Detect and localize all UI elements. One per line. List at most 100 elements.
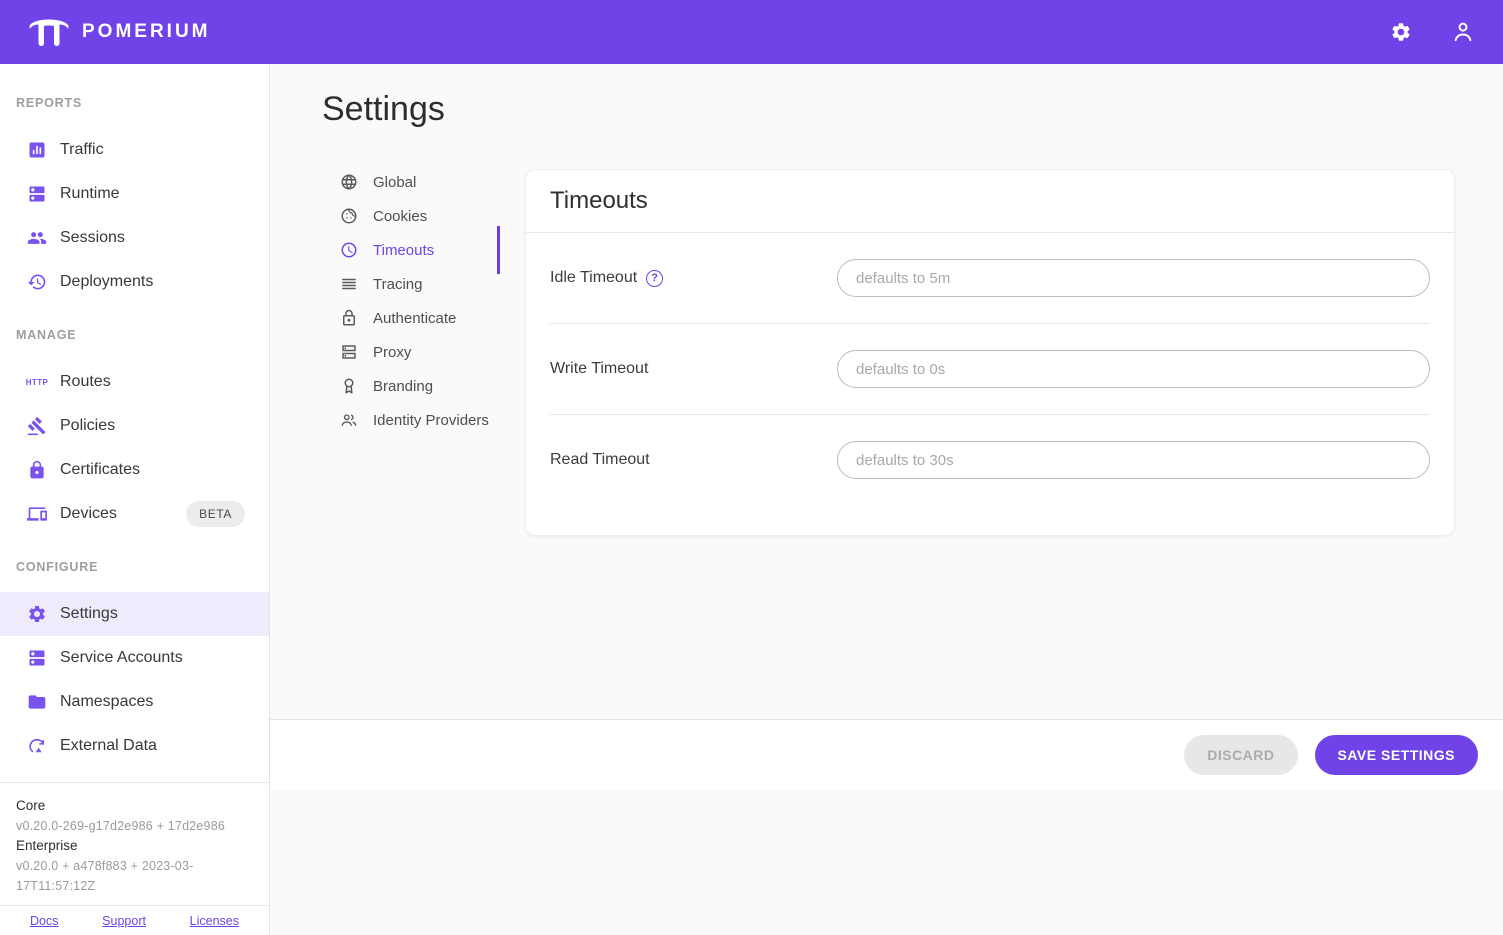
sidebar-item-namespaces[interactable]: Namespaces [0,680,269,724]
settings-nav-label: Cookies [373,208,427,225]
settings-nav-cookies[interactable]: Cookies [339,199,500,233]
sidebar-item-label: Service Accounts [60,649,183,667]
sidebar-item-label: Routes [60,373,111,391]
settings-nav-branding[interactable]: Branding [339,369,500,403]
enterprise-version-label: Enterprise [16,836,253,856]
sidebar-item-label: Devices [60,505,117,523]
sidebar-item-label: External Data [60,737,157,755]
gear-icon [26,603,48,625]
sidebar-item-policies[interactable]: Policies [0,404,269,448]
section-label-configure: CONFIGURE [16,560,253,580]
gear-icon [1390,21,1412,43]
clock-icon [339,240,359,260]
settings-sub-nav: Global Cookies [339,165,500,437]
idle-timeout-row: Idle Timeout ? [526,233,1454,323]
save-settings-button[interactable]: SAVE SETTINGS [1315,735,1478,775]
page-title: Settings [322,90,1503,129]
sidebar-item-settings[interactable]: Settings [0,592,269,636]
settings-nav-tracing[interactable]: Tracing [339,267,500,301]
brand-name: POMERIUM [82,21,211,43]
gavel-icon [26,415,48,437]
sidebar-item-external-data[interactable]: External Data [0,724,269,768]
core-version-value: v0.20.0-269-g17d2e986 + 17d2e986 [16,816,253,836]
devices-icon [26,503,48,525]
settings-nav-label: Tracing [373,276,422,293]
lock-outline-icon [339,308,359,328]
docs-link[interactable]: Docs [30,914,58,928]
discard-button[interactable]: DISCARD [1184,735,1297,775]
sidebar-item-sessions[interactable]: Sessions [0,216,269,260]
sidebar-item-runtime[interactable]: Runtime [0,172,269,216]
settings-nav-label: Timeouts [373,242,434,259]
settings-nav-label: Identity Providers [373,412,489,429]
cookie-icon [339,206,359,226]
enterprise-version-value: v0.20.0 + a478f883 + 2023-03-17T11:57:12… [16,856,253,896]
action-bar: DISCARD SAVE SETTINGS [270,719,1503,790]
section-label-manage: MANAGE [16,328,253,348]
settings-nav-identity-providers[interactable]: Identity Providers [339,403,500,437]
sidebar-item-label: Settings [60,605,118,623]
sidebar-item-label: Runtime [60,185,120,203]
support-link[interactable]: Support [102,914,146,928]
sidebar-item-label: Policies [60,417,115,435]
sidebar-item-label: Traffic [60,141,104,159]
stack-icon [339,342,359,362]
settings-nav-authenticate[interactable]: Authenticate [339,301,500,335]
server-icon [26,183,48,205]
write-timeout-label: Write Timeout [550,360,648,378]
ribbon-icon [339,376,359,396]
settings-nav-timeouts[interactable]: Timeouts [339,233,500,267]
server-icon [26,647,48,669]
sidebar-item-label: Certificates [60,461,140,479]
header-settings-button[interactable] [1387,18,1415,46]
sidebar-item-label: Namespaces [60,693,153,711]
http-icon: HTTP [26,371,48,393]
version-info: Core v0.20.0-269-g17d2e986 + 17d2e986 En… [0,782,269,905]
folder-icon [26,691,48,713]
sidebar: REPORTS Traffic Runtime Sessions [0,64,270,935]
history-icon [26,271,48,293]
lines-icon [339,274,359,294]
help-icon[interactable]: ? [646,270,663,287]
sidebar-links: Docs Support Licenses [0,905,269,935]
timeouts-card: Timeouts Idle Timeout ? Write Timeout [525,169,1455,536]
settings-nav-label: Proxy [373,344,411,361]
settings-nav-label: Branding [373,378,433,395]
read-timeout-row: Read Timeout [550,414,1430,535]
sidebar-item-deployments[interactable]: Deployments [0,260,269,304]
idle-timeout-input[interactable] [837,259,1430,297]
bar-chart-icon [26,139,48,161]
settings-nav-label: Authenticate [373,310,456,327]
section-label-reports: REPORTS [16,96,253,116]
user-icon [1450,19,1476,45]
sidebar-item-service-accounts[interactable]: Service Accounts [0,636,269,680]
read-timeout-label: Read Timeout [550,451,650,469]
beta-badge: BETA [186,501,245,527]
licenses-link[interactable]: Licenses [190,914,239,928]
sidebar-item-routes[interactable]: HTTP Routes [0,360,269,404]
people-outline-icon [339,410,359,430]
pomerium-logo-icon [28,15,70,49]
card-title: Timeouts [550,187,1430,215]
idle-timeout-label: Idle Timeout ? [550,269,663,287]
settings-nav-proxy[interactable]: Proxy [339,335,500,369]
sidebar-item-traffic[interactable]: Traffic [0,128,269,172]
settings-nav-global[interactable]: Global [339,165,500,199]
people-icon [26,227,48,249]
globe-icon [339,172,359,192]
data-sync-icon [26,735,48,757]
settings-nav-label: Global [373,174,416,191]
write-timeout-input[interactable] [837,350,1430,388]
sidebar-item-label: Sessions [60,229,125,247]
sidebar-item-certificates[interactable]: Certificates [0,448,269,492]
pomerium-logo[interactable]: POMERIUM [28,15,211,49]
sidebar-item-label: Deployments [60,273,153,291]
core-version-label: Core [16,796,253,816]
read-timeout-input[interactable] [837,441,1430,479]
top-app-bar: POMERIUM [0,0,1503,64]
header-user-button[interactable] [1449,18,1477,46]
lock-icon [26,459,48,481]
write-timeout-row: Write Timeout [550,323,1430,414]
sidebar-item-devices[interactable]: Devices BETA [0,492,269,536]
main-content: Settings Global [270,64,1503,935]
